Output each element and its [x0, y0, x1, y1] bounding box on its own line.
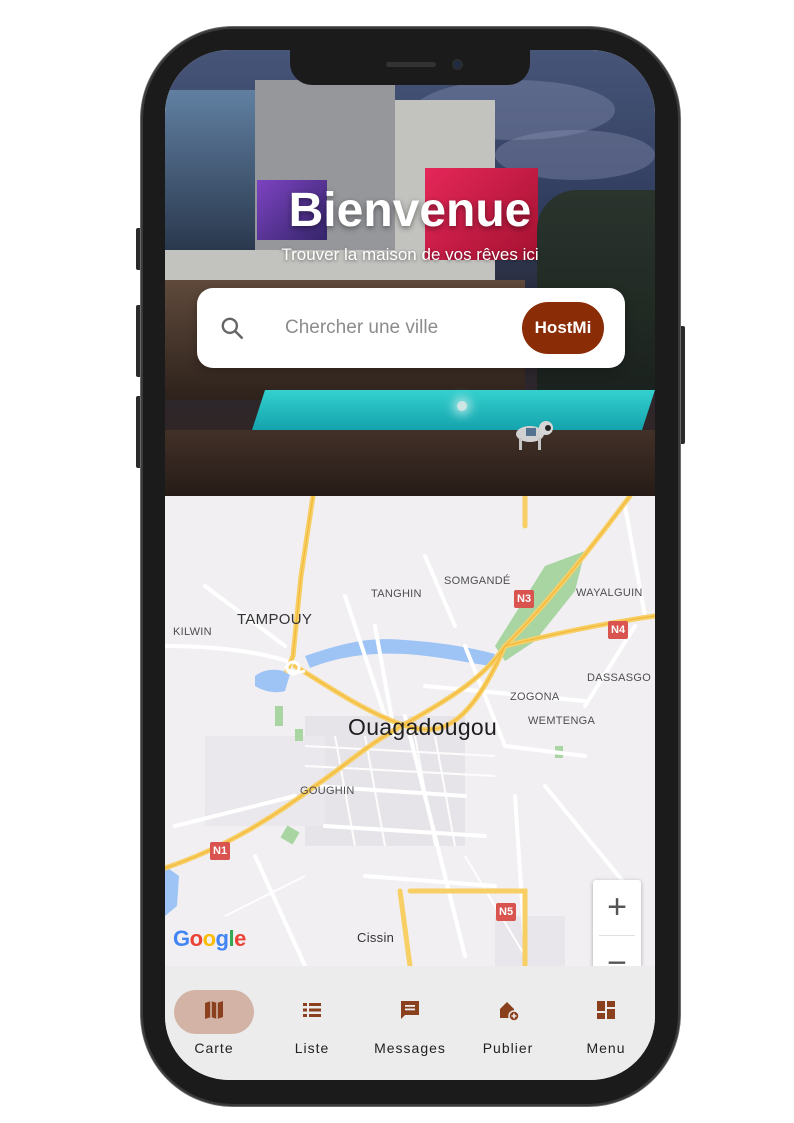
- phone-notch: [290, 50, 530, 85]
- map-label-city: Ouagadougou: [348, 714, 498, 740]
- welcome-subtitle: Trouver la maison de vos rêves ici: [281, 245, 539, 264]
- list-icon: [303, 1003, 321, 1017]
- map-label-wayalguin: WAYALGUIN: [576, 587, 643, 599]
- nav-item-carte[interactable]: Carte: [169, 984, 259, 1064]
- nav-label-liste: Liste: [294, 1040, 330, 1056]
- search-card: HostMi: [197, 288, 625, 368]
- dashboard-icon: [597, 1001, 615, 1019]
- highway-shield-n3: N3: [514, 590, 535, 608]
- zoom-control: + −: [593, 880, 641, 966]
- nav-item-liste[interactable]: Liste: [267, 984, 357, 1064]
- nav-label-menu: Menu: [586, 1040, 626, 1056]
- highway-shield-n4: N4: [608, 621, 629, 639]
- map-label-kilwin: KILWIN: [173, 626, 212, 638]
- highway-shield-n1: N1: [210, 842, 231, 860]
- message-icon: [401, 1001, 419, 1019]
- nav-item-messages[interactable]: Messages: [365, 984, 455, 1064]
- zoom-out-button[interactable]: −: [593, 936, 641, 966]
- nav-label-messages: Messages: [374, 1040, 446, 1056]
- nav-label-carte: Carte: [194, 1040, 234, 1056]
- map-label-goughin: GOUGHIN: [300, 785, 355, 797]
- hostmi-button[interactable]: HostMi: [522, 302, 604, 354]
- nav-item-publier[interactable]: Publier: [463, 984, 553, 1064]
- zoom-in-button[interactable]: +: [593, 880, 641, 934]
- map-view[interactable]: TANGHIN SOMGANDÉ WAYALGUIN TAMPOUY KILWI…: [165, 496, 655, 966]
- map-label-cissin: Cissin: [357, 930, 395, 945]
- search-icon[interactable]: [219, 315, 245, 341]
- add-home-icon: [500, 1002, 520, 1022]
- map-label-dassasgo: DASSASGO: [587, 672, 652, 684]
- map-icon: [205, 1001, 223, 1019]
- hero-banner: Bienvenue Trouver la maison de vos rêves…: [165, 50, 655, 496]
- map-label-somgande: SOMGANDÉ: [444, 575, 511, 587]
- camera-icon: [452, 59, 463, 70]
- map-label-tampouy: TAMPOUY: [237, 611, 313, 628]
- nav-label-publier: Publier: [482, 1040, 534, 1056]
- bottom-navigation: Carte Liste Messages Publier Menu: [165, 966, 655, 1080]
- phone-screen: Bienvenue Trouver la maison de vos rêves…: [165, 50, 655, 1080]
- nav-item-menu[interactable]: Menu: [561, 984, 651, 1064]
- highway-shield-n5: N5: [496, 903, 517, 921]
- google-logo: Google: [173, 926, 246, 951]
- welcome-title: Bienvenue: [288, 184, 532, 237]
- map-label-tanghin: TANGHIN: [371, 588, 422, 600]
- city-search-input[interactable]: [285, 312, 505, 344]
- map-label-wemtenga: WEMTENGA: [528, 715, 596, 727]
- map-label-zogona: ZOGONA: [510, 691, 560, 703]
